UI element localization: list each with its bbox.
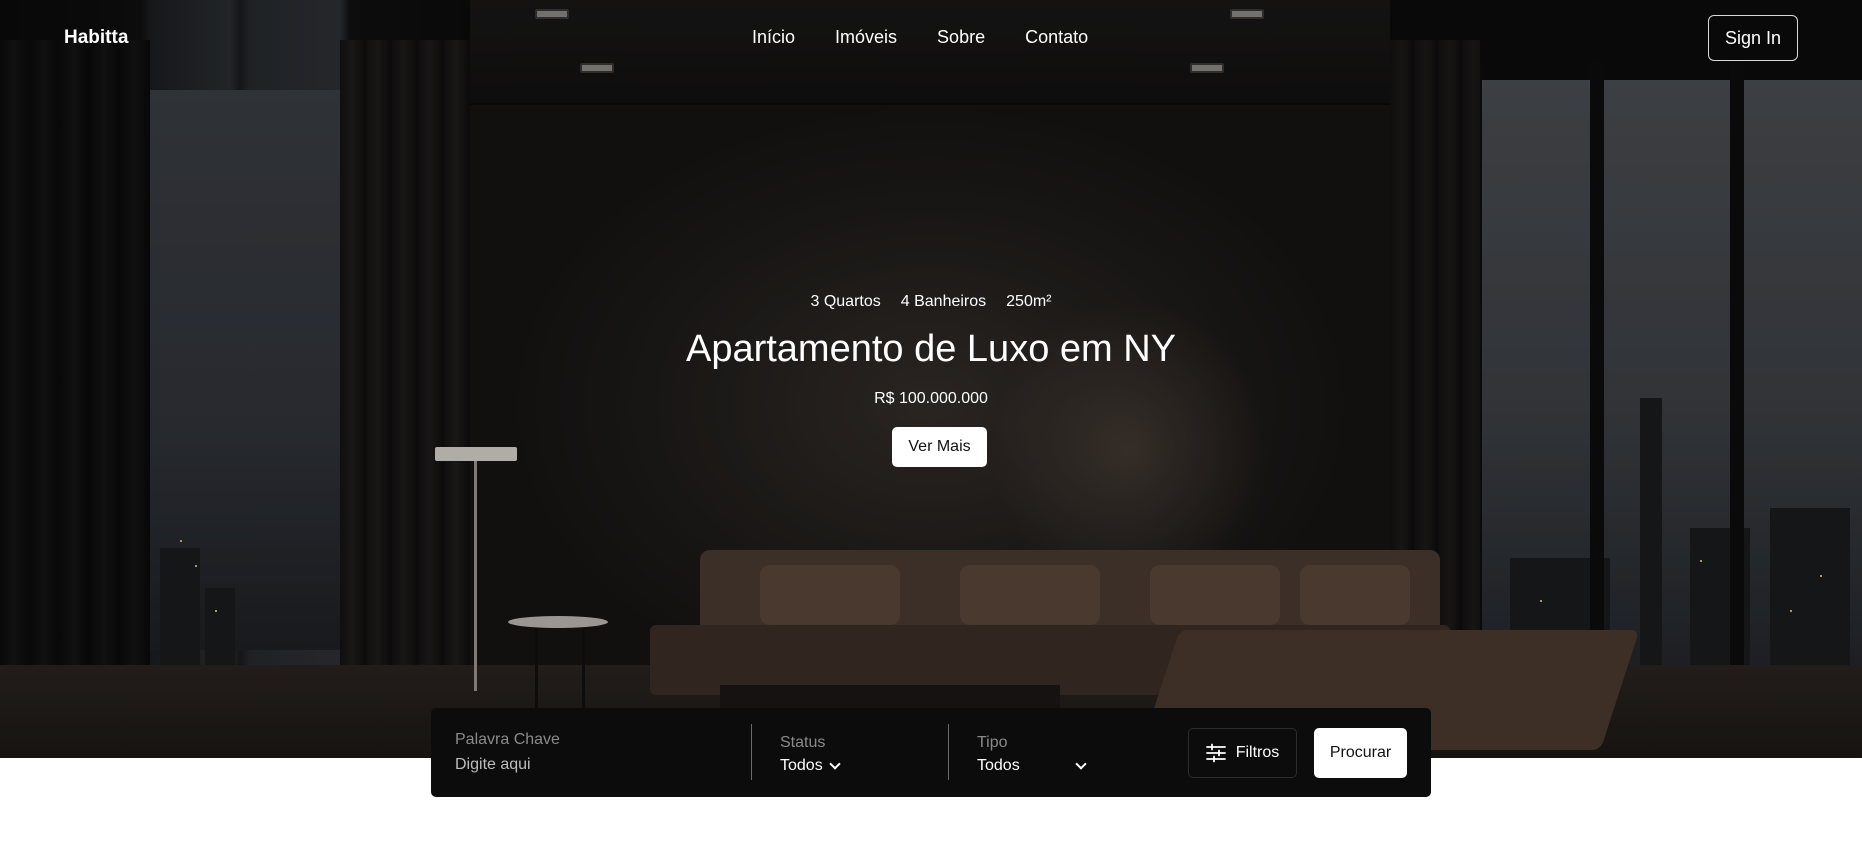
type-label: Tipo — [977, 734, 1008, 751]
type-value: Todos — [977, 757, 1020, 774]
keyword-label: Palavra Chave — [455, 731, 560, 748]
property-area: 250m² — [1006, 293, 1052, 310]
property-meta: 3 Quartos 4 Banheiros 250m² — [0, 293, 1862, 311]
chevron-down-icon — [829, 758, 841, 770]
hero-title: Apartamento de Luxo em NY — [685, 328, 1177, 370]
hero-overlay — [0, 0, 1862, 758]
nav-link-inicio[interactable]: Início — [752, 27, 795, 48]
chevron-down-icon — [1075, 758, 1087, 770]
status-label: Status — [780, 734, 826, 751]
search-button[interactable]: Procurar — [1314, 728, 1407, 778]
nav-link-imoveis[interactable]: Imóveis — [835, 27, 897, 48]
sliders-icon — [1205, 743, 1226, 763]
hero-price: R$ 100.000.000 — [874, 390, 988, 407]
filters-label: Filtros — [1235, 744, 1280, 761]
type-select[interactable]: Todos — [977, 757, 1087, 775]
search-bar: Palavra Chave Status Todos Tipo Todos Fi… — [431, 708, 1431, 797]
sign-in-button[interactable]: Sign In — [1708, 15, 1798, 61]
search-divider — [751, 724, 752, 780]
nav-link-contato[interactable]: Contato — [1025, 27, 1088, 48]
status-value: Todos — [780, 757, 823, 774]
search-divider — [948, 724, 949, 780]
property-rooms: 3 Quartos — [810, 293, 881, 310]
status-select[interactable]: Todos — [780, 757, 841, 775]
brand-logo[interactable]: Habitta — [64, 27, 128, 49]
hero-background — [0, 0, 1862, 758]
main-nav: Início Imóveis Sobre Contato — [752, 27, 1088, 48]
property-baths: 4 Banheiros — [900, 293, 987, 310]
filters-button[interactable]: Filtros — [1188, 728, 1297, 778]
ver-mais-button[interactable]: Ver Mais — [892, 427, 987, 467]
nav-link-sobre[interactable]: Sobre — [937, 27, 985, 48]
keyword-input[interactable] — [455, 754, 735, 776]
